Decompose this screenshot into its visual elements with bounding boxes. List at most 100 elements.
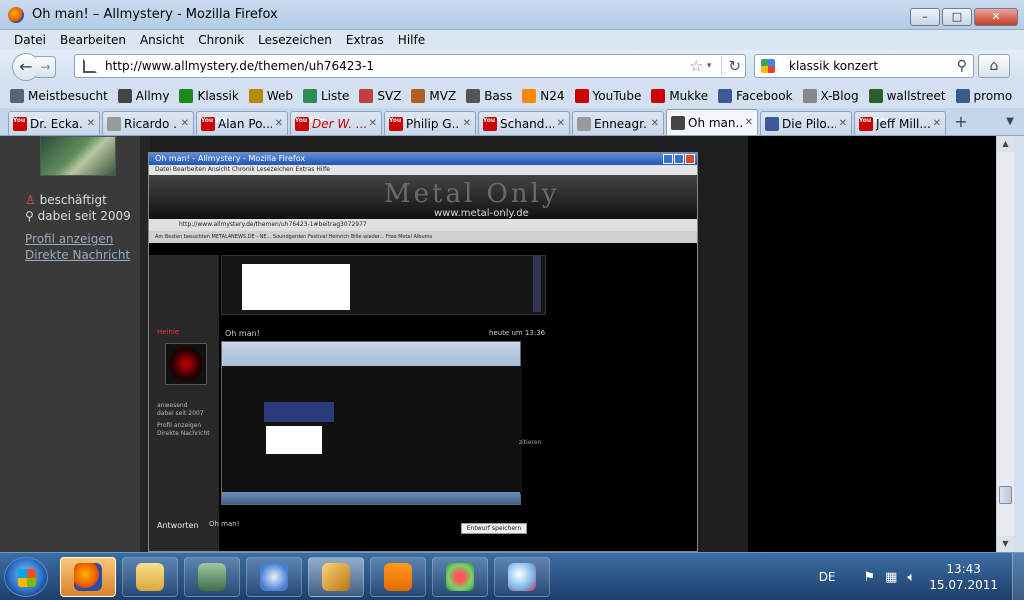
bookmark-item[interactable]: Meistbesucht [10, 89, 108, 103]
minimize-button[interactable]: – [910, 8, 940, 26]
youtube-icon [651, 89, 666, 103]
avatar[interactable] [40, 136, 116, 176]
busy-icon: ♙ [25, 193, 36, 207]
taskbar-app-button[interactable] [432, 557, 488, 597]
scroll-up-icon[interactable]: ▲ [997, 136, 1014, 152]
page-icon [802, 89, 817, 103]
taskbar-app-button[interactable] [60, 557, 116, 597]
menu-lesezeichen[interactable]: Lesezeichen [258, 33, 332, 47]
close-icon[interactable]: ✕ [933, 118, 941, 129]
nested-inner-image [264, 402, 334, 422]
home-button[interactable]: ⌂ [978, 54, 1010, 78]
window-title: Oh man! – Allmystery - Mozilla Firefox [32, 7, 278, 22]
taskbar-app-button[interactable] [370, 557, 426, 597]
chevron-down-icon[interactable]: ▾ [707, 61, 712, 71]
scrollbar-thumb[interactable] [999, 486, 1012, 504]
close-icon[interactable]: ✕ [557, 118, 565, 129]
bookmark-label: YouTube [592, 89, 642, 103]
google-icon[interactable] [761, 59, 775, 73]
bookmark-item[interactable]: Bass [466, 89, 512, 103]
bookmark-item[interactable]: Facebook [718, 89, 793, 103]
tab-list-icon[interactable]: ▼ [1006, 116, 1014, 127]
promo-icon [955, 89, 970, 103]
menu-datei[interactable]: Datei [14, 33, 46, 47]
bookmark-item[interactable]: N24 [522, 89, 565, 103]
menu-chronik[interactable]: Chronik [198, 33, 244, 47]
taskbar-app-button[interactable] [308, 557, 364, 597]
taskbar-app-button[interactable] [184, 557, 240, 597]
menu-bar: Datei Bearbeiten Ansicht Chronik Lesezei… [0, 30, 1024, 50]
bookmark-item[interactable]: MVZ [411, 89, 456, 103]
bookmark-item[interactable]: Klassik [179, 89, 239, 103]
url-input[interactable]: http://www.allmystery.de/themen/uh76423-… [105, 59, 689, 73]
language-indicator[interactable]: DE [819, 570, 836, 584]
url-bar[interactable]: http://www.allmystery.de/themen/uh76423-… [74, 54, 746, 78]
bookmark-item[interactable]: Web [248, 89, 293, 103]
network-icon[interactable]: ▦ [885, 570, 897, 585]
nested-inner-toolbar [222, 342, 520, 366]
browser-tab[interactable]: You Tube Alan Po... ✕ [196, 111, 288, 135]
nested-inner-white-box [266, 426, 322, 454]
winamp-icon [322, 563, 350, 591]
start-button[interactable] [4, 557, 48, 597]
close-icon[interactable]: ✕ [651, 118, 659, 129]
forward-button[interactable]: → [36, 56, 56, 78]
browser-tab[interactable]: You Tube Jeff Mill... ✕ [854, 111, 946, 135]
flag-icon[interactable]: ⚑ [864, 570, 876, 585]
browser-tab[interactable]: Die Pilo... ✕ [760, 111, 852, 135]
menu-ansicht[interactable]: Ansicht [140, 33, 184, 47]
vertical-scrollbar[interactable]: ▲ ▼ [996, 136, 1014, 552]
close-icon[interactable]: ✕ [87, 118, 95, 129]
menu-extras[interactable]: Extras [346, 33, 384, 47]
close-icon[interactable]: ✕ [463, 118, 471, 129]
taskbar-app-button[interactable] [494, 557, 550, 597]
menu-hilfe[interactable]: Hilfe [398, 33, 425, 47]
volume-icon[interactable]: 🔈︎ [907, 570, 915, 585]
browser-tab[interactable]: You Tube Der W. ... ✕ [290, 111, 382, 135]
close-icon[interactable]: ✕ [369, 118, 377, 129]
scroll-down-icon[interactable]: ▼ [997, 536, 1014, 552]
taskbar-app-button[interactable] [122, 557, 178, 597]
search-icon[interactable]: ⚲ [957, 58, 967, 74]
close-button[interactable]: ✕ [974, 8, 1018, 26]
clock[interactable]: 13:43 15.07.2011 [929, 561, 998, 593]
facebook-icon [765, 116, 779, 131]
close-icon[interactable]: ✕ [839, 118, 847, 129]
bookmark-item[interactable]: Mukke [651, 89, 708, 103]
show-desktop-button[interactable] [1012, 553, 1024, 600]
bookmark-item[interactable]: YouTube [574, 89, 642, 103]
message-link[interactable]: Direkte Nachricht [25, 248, 130, 262]
nested-banner-logo: Metal Only [384, 179, 560, 209]
search-bar[interactable]: klassik konzert ⚲ [754, 54, 974, 78]
bookmark-item[interactable]: Liste [302, 89, 349, 103]
bookmark-item[interactable]: SVZ [359, 89, 401, 103]
taskbar-app-button[interactable] [246, 557, 302, 597]
bass-icon [466, 89, 481, 103]
firefox-icon [74, 563, 102, 591]
profile-link[interactable]: Profil anzeigen [25, 232, 113, 246]
nested-avatar [165, 343, 207, 385]
browser-tab[interactable]: You TubeDr. Ecka...✕ [8, 111, 100, 135]
bookmark-item[interactable]: wallstreet [868, 89, 946, 103]
bookmark-item[interactable]: X-Blog [802, 89, 859, 103]
nested-side-text: anwesend dabei seit 2007 Profil anzeigen… [157, 402, 210, 437]
browser-tab[interactable]: Ricardo ...✕ [102, 111, 194, 135]
new-tab-button[interactable]: + [948, 111, 974, 135]
close-icon[interactable]: ✕ [275, 118, 283, 129]
reload-icon[interactable]: ↻ [721, 57, 741, 75]
bookmark-item[interactable]: Allmy [117, 89, 169, 103]
maximize-button[interactable]: □ [942, 8, 972, 26]
menu-bearbeiten[interactable]: Bearbeiten [60, 33, 126, 47]
bookmark-icon [10, 89, 24, 103]
close-icon[interactable]: ✕ [181, 118, 189, 129]
bookmark-item[interactable]: promo [955, 89, 1012, 103]
browser-tab[interactable]: Oh man... ✕ [666, 109, 758, 135]
browser-tab[interactable]: You Tube Schand... ✕ [478, 111, 570, 135]
close-icon[interactable]: ✕ [745, 117, 753, 128]
embedded-screenshot[interactable]: Oh man! - Allmystery - Mozilla Firefox D… [148, 152, 698, 552]
star-icon[interactable]: ☆ [689, 57, 702, 75]
browser-tab[interactable]: You Tube Philip G... ✕ [384, 111, 476, 135]
browser-tab[interactable]: Enneagr...✕ [572, 111, 664, 135]
nested-draft-button: Entwurf speichern [461, 523, 527, 534]
search-input[interactable]: klassik konzert [789, 59, 957, 73]
